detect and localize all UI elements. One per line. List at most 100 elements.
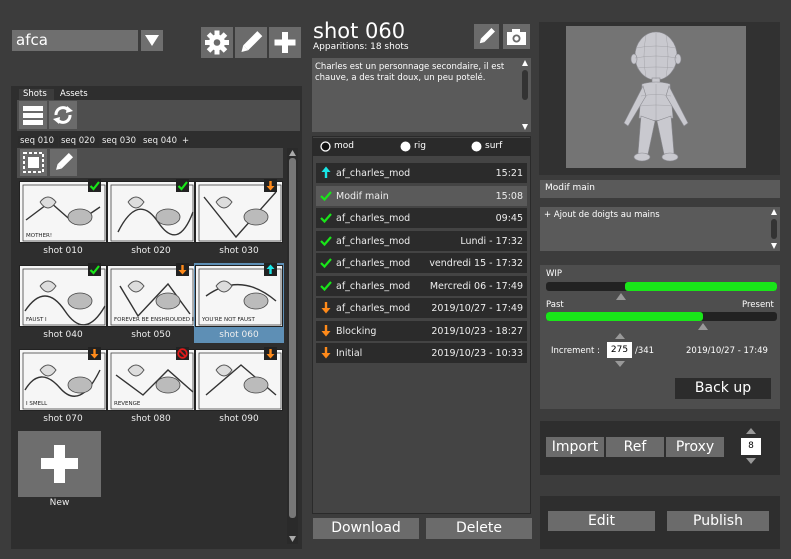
increment-down-icon[interactable]: [615, 361, 625, 368]
version-row[interactable]: Modif main 15:08: [316, 186, 527, 206]
check-icon: [88, 179, 101, 192]
refresh-button[interactable]: [49, 101, 77, 129]
version-row[interactable]: af_charles_mod 15:21: [316, 163, 527, 183]
version-row[interactable]: af_charles_mod 09:45: [316, 208, 527, 228]
check-icon: [320, 256, 332, 269]
proxy-button[interactable]: Proxy: [666, 437, 724, 457]
proxy-up-icon[interactable]: [746, 428, 756, 435]
tab-shots[interactable]: Shots: [19, 89, 54, 100]
edit-project-button[interactable]: [235, 27, 267, 58]
ref-button[interactable]: Ref: [606, 437, 664, 457]
pencil-icon: [241, 31, 263, 53]
shot-name: shot 060: [219, 330, 259, 340]
shot-name: shot 090: [219, 414, 259, 424]
list-icon: [23, 106, 43, 125]
add-button[interactable]: [269, 27, 301, 58]
plus-icon: [41, 445, 78, 483]
version-row[interactable]: af_charles_mod vendredi 15 - 17:32: [316, 253, 527, 273]
edit-button[interactable]: Edit: [548, 511, 655, 531]
publish-arrow-icon: [320, 166, 332, 179]
seq-tab-020[interactable]: seq 020: [59, 136, 99, 147]
version-name: Modif main: [336, 191, 389, 202]
pencil-icon: [479, 28, 495, 44]
version-date: 15:21: [495, 168, 523, 179]
shot-thumbnail[interactable]: I SMELL shot 070: [18, 347, 108, 427]
publish-button[interactable]: Publish: [667, 511, 769, 531]
screenshot-button[interactable]: [503, 24, 530, 49]
shots-scrollbar[interactable]: [287, 148, 298, 544]
shot-thumbnail[interactable]: shot 030: [194, 179, 284, 259]
blocked-icon: [176, 347, 189, 360]
version-row[interactable]: Initial 2019/10/23 - 10:33: [316, 343, 527, 363]
shot-thumbnail[interactable]: YOU'RE NOT FAUST shot 060: [194, 263, 284, 343]
scroll-down-icon: [289, 536, 296, 542]
radio-icon: [400, 141, 411, 152]
select-button[interactable]: [20, 149, 47, 176]
shot-caption: I SMELL: [26, 401, 48, 407]
shot-thumbnail[interactable]: REVENGE shot 080: [106, 347, 196, 427]
timeline-bar[interactable]: [546, 312, 777, 321]
version-date: 09:45: [495, 213, 523, 224]
version-name: af_charles_mod: [336, 281, 411, 292]
seq-tab-010[interactable]: seq 010: [18, 136, 58, 147]
seq-tab-030[interactable]: seq 030: [100, 136, 140, 147]
check-icon: [176, 179, 189, 192]
note-scrollbar[interactable]: [768, 207, 780, 251]
shot-thumbnail[interactable]: MOTHER! shot 010: [18, 179, 108, 259]
wip-progress-bar: [546, 282, 777, 291]
refresh-icon: [53, 106, 73, 124]
add-seq-tab[interactable]: +: [180, 136, 190, 147]
shot-caption: MOTHER!: [26, 233, 53, 239]
download-arrow-icon: [88, 347, 101, 360]
new-shot-button[interactable]: [18, 431, 101, 497]
selection-icon: [23, 152, 44, 173]
version-row[interactable]: af_charles_mod Mercredi 06 - 17:49: [316, 276, 527, 296]
model-preview[interactable]: [566, 26, 746, 168]
increment-label: Increment :: [551, 346, 600, 356]
settings-button[interactable]: [201, 27, 233, 58]
check-icon: [320, 189, 332, 202]
proxy-count-input[interactable]: 8: [741, 438, 761, 455]
tab-assets[interactable]: Assets: [56, 89, 96, 100]
increment-input[interactable]: 275: [607, 342, 632, 358]
edit-shot-button[interactable]: [50, 149, 77, 176]
shot-thumbnail[interactable]: shot 020: [106, 179, 196, 259]
shot-caption: FOREVER BE ENSHROUDED IN THE: [114, 317, 194, 323]
scrollbar-thumb[interactable]: [289, 158, 296, 518]
download-arrow-icon: [320, 346, 332, 359]
wip-marker-icon[interactable]: [616, 293, 626, 301]
shot-thumbnail[interactable]: FAUST I shot 040: [18, 263, 108, 343]
list-view-button[interactable]: [19, 101, 47, 129]
shot-thumbnail[interactable]: FOREVER BE ENSHROUDED IN THE shot 050: [106, 263, 196, 343]
version-row[interactable]: af_charles_mod 2019/10/27 - 17:49: [316, 298, 527, 318]
timeline-marker-icon[interactable]: [698, 323, 708, 331]
delete-button[interactable]: Delete: [426, 518, 532, 539]
shot-name: shot 050: [131, 330, 171, 340]
project-selector[interactable]: afca: [12, 30, 163, 51]
download-arrow-icon: [320, 301, 332, 314]
shot-description-box[interactable]: Charles est un personnage secondaire, il…: [312, 58, 531, 132]
version-note-box[interactable]: + Ajout de doigts au mains: [540, 207, 780, 251]
increment-up-icon[interactable]: [615, 333, 625, 340]
gear-icon: [205, 30, 229, 55]
version-row[interactable]: af_charles_mod Lundi - 17:32: [316, 231, 527, 251]
version-date: vendredi 15 - 17:32: [429, 258, 523, 269]
download-button[interactable]: Download: [313, 518, 419, 539]
shot-caption: YOU'RE NOT FAUST: [202, 317, 255, 323]
camera-icon: [507, 29, 526, 45]
proxy-down-icon[interactable]: [746, 458, 756, 465]
import-button[interactable]: Import: [546, 437, 604, 457]
shot-thumbnail[interactable]: shot 090: [194, 347, 284, 427]
version-row[interactable]: Blocking 2019/10/23 - 18:27: [316, 321, 527, 341]
edit-shot-info-button[interactable]: [474, 24, 499, 49]
new-shot-label: New: [49, 498, 70, 508]
shot-title: shot 060: [313, 19, 406, 43]
seq-tab-040[interactable]: seq 040: [141, 136, 179, 147]
past-label: Past: [546, 300, 564, 310]
version-note: + Ajout de doigts au mains: [544, 210, 660, 220]
download-arrow-icon: [264, 179, 277, 192]
radio-checked-icon: [320, 141, 331, 152]
description-scrollbar[interactable]: [519, 58, 531, 132]
chevron-down-icon[interactable]: [141, 30, 163, 51]
backup-button[interactable]: Back up: [675, 378, 771, 399]
